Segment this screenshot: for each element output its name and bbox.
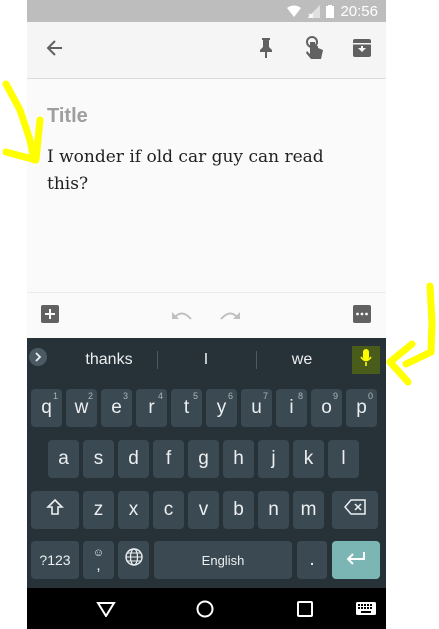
back-arrow-icon: [45, 38, 65, 63]
key-t[interactable]: t5: [171, 389, 202, 427]
status-bar: 20:56: [27, 0, 386, 22]
status-time: 20:56: [340, 2, 378, 20]
symbols-key[interactable]: ?123: [31, 541, 79, 579]
note-title-field[interactable]: Title: [47, 105, 88, 128]
note-editor[interactable]: Title I wonder if old car guy can read t…: [27, 79, 386, 290]
keyboard-switch-button[interactable]: [356, 602, 376, 620]
nav-back-button[interactable]: [96, 601, 116, 622]
microphone-icon: [360, 348, 372, 372]
signal-off-icon: [307, 4, 321, 18]
chevron-right-icon: [29, 348, 47, 371]
key-m[interactable]: m: [293, 491, 324, 529]
language-key[interactable]: [118, 541, 149, 579]
suggestion-1[interactable]: thanks: [57, 338, 161, 381]
key-d[interactable]: d: [118, 440, 149, 478]
key-p[interactable]: p0: [346, 389, 377, 427]
nav-recents-button[interactable]: [297, 601, 313, 622]
annotation-arrow-left-icon: [2, 80, 44, 164]
key-h[interactable]: h: [223, 440, 254, 478]
globe-icon: [124, 548, 143, 572]
more-button[interactable]: [353, 305, 371, 328]
key-x[interactable]: x: [118, 491, 149, 529]
redo-button[interactable]: [219, 308, 241, 327]
note-bottom-bar: [27, 292, 386, 339]
battery-icon: [326, 4, 335, 18]
add-button[interactable]: [41, 305, 59, 328]
key-i[interactable]: i8: [276, 389, 307, 427]
archive-button[interactable]: [346, 34, 378, 66]
shift-key[interactable]: [31, 491, 79, 529]
recents-square-icon: [297, 601, 313, 622]
expand-suggestions-button[interactable]: [29, 338, 47, 381]
suggestion-2[interactable]: I: [158, 338, 254, 381]
annotation-arrow-right-icon: [386, 282, 436, 386]
key-f[interactable]: f: [153, 440, 184, 478]
shift-icon: [46, 498, 64, 522]
archive-icon: [352, 38, 372, 63]
key-r[interactable]: r4: [136, 389, 167, 427]
home-circle-icon: [196, 600, 214, 623]
key-w[interactable]: w2: [66, 389, 97, 427]
key-v[interactable]: v: [188, 491, 219, 529]
reminder-hand-icon: [303, 35, 325, 65]
key-a[interactable]: a: [48, 440, 79, 478]
key-k[interactable]: k: [293, 440, 324, 478]
keyboard-switch-icon: [356, 602, 376, 620]
add-box-icon: [41, 305, 59, 328]
key-q[interactable]: q1: [31, 389, 62, 427]
space-key[interactable]: English: [154, 541, 292, 579]
nav-home-button[interactable]: [196, 600, 214, 623]
undo-button[interactable]: [171, 308, 193, 327]
key-b[interactable]: b: [223, 491, 254, 529]
key-s[interactable]: s: [83, 440, 114, 478]
keyboard: thanks I we q1 w2 e3 r4 t5 y6 u7 i8 o9 p…: [27, 338, 386, 588]
comma-emoji-key[interactable]: ☺ ,: [83, 541, 114, 579]
note-toolbar: [27, 22, 386, 79]
key-n[interactable]: n: [258, 491, 289, 529]
reminder-button[interactable]: [298, 34, 330, 66]
key-z[interactable]: z: [83, 491, 114, 529]
key-c[interactable]: c: [153, 491, 184, 529]
redo-icon: [219, 308, 241, 327]
enter-icon: [346, 549, 366, 571]
phone-screen: 20:56 Title I wonder if old car guy can: [27, 0, 386, 629]
key-o[interactable]: o9: [311, 389, 342, 427]
voice-input-button[interactable]: [352, 346, 380, 374]
key-j[interactable]: j: [258, 440, 289, 478]
key-g[interactable]: g: [188, 440, 219, 478]
note-body-field[interactable]: I wonder if old car guy can read this?: [47, 144, 367, 198]
backspace-key[interactable]: [332, 491, 378, 529]
key-e[interactable]: e3: [101, 389, 132, 427]
enter-key[interactable]: [332, 541, 380, 579]
back-triangle-icon: [96, 601, 116, 622]
suggestion-3[interactable]: we: [257, 338, 347, 381]
wifi-icon: [287, 5, 302, 17]
back-button[interactable]: [39, 34, 71, 66]
undo-icon: [171, 308, 193, 327]
key-l[interactable]: l: [328, 440, 359, 478]
key-y[interactable]: y6: [206, 389, 237, 427]
pin-icon: [258, 37, 274, 64]
key-u[interactable]: u7: [241, 389, 272, 427]
navigation-bar: [27, 588, 386, 629]
more-icon: [353, 305, 371, 328]
suggestion-strip: thanks I we: [27, 338, 386, 381]
period-key[interactable]: .: [297, 541, 327, 579]
pin-button[interactable]: [250, 34, 282, 66]
backspace-icon: [344, 499, 366, 521]
